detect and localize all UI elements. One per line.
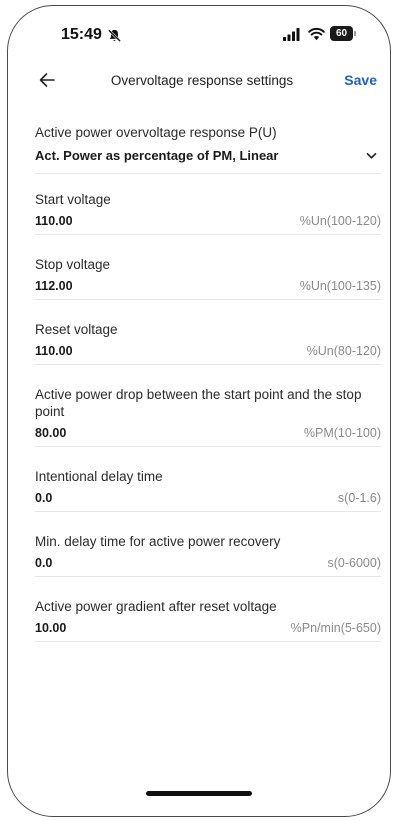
recovery-delay-input[interactable]: 0.0 s(0-6000) [35,550,381,576]
nav-bar: Overvoltage response settings Save [8,64,390,100]
power-drop-range: %PM(10-100) [303,426,381,440]
delay-time-label: Intentional delay time [35,469,163,484]
stop-voltage-range: %Un(100-135) [299,279,381,293]
status-time: 15:49 [61,26,102,43]
reset-voltage-range: %Un(80-120) [306,344,381,358]
start-voltage-range: %Un(100-120) [299,214,381,228]
bell-slash-icon [108,29,121,43]
reset-voltage-input[interactable]: 110.00 %Un(80-120) [35,338,381,364]
start-voltage-input[interactable]: 110.00 %Un(100-120) [35,208,381,234]
power-drop-value: 80.00 [35,426,67,440]
wifi-icon [308,27,325,41]
power-gradient-value: 10.00 [35,621,67,635]
power-drop-label: Active power drop between the start poin… [35,387,362,419]
power-gradient-field: Active power gradient after reset voltag… [35,598,381,642]
reset-voltage-label: Reset voltage [35,322,118,337]
recovery-delay-value: 0.0 [35,556,53,570]
stop-voltage-field: Stop voltage 112.00 %Un(100-135) [35,256,381,300]
battery-level: 60 [330,26,353,41]
power-gradient-label: Active power gradient after reset voltag… [35,599,277,614]
power-gradient-input[interactable]: 10.00 %Pn/min(5-650) [35,615,381,641]
response-mode-label: Active power overvoltage response P(U) [35,125,277,140]
start-voltage-label: Start voltage [35,192,111,207]
stop-voltage-value: 112.00 [35,279,73,293]
battery-icon: 60 [330,26,357,42]
start-voltage-field: Start voltage 110.00 %Un(100-120) [35,191,381,235]
reset-voltage-field: Reset voltage 110.00 %Un(80-120) [35,321,381,365]
start-voltage-value: 110.00 [35,214,73,228]
stop-voltage-label: Stop voltage [35,257,111,272]
cellular-signal-icon [283,28,300,41]
page-title: Overvoltage response settings [110,73,294,88]
status-bar: 15:49 60 [8,6,390,52]
response-mode-select[interactable]: Act. Power as percentage of PM, Linear [35,141,381,167]
power-drop-input[interactable]: 80.00 %PM(10-100) [35,420,381,446]
home-indicator[interactable] [146,791,252,796]
power-drop-field: Active power drop between the start poin… [35,386,381,447]
recovery-delay-field: Min. delay time for active power recover… [35,533,381,577]
phone-screen: 15:49 60 Overvoltage response settings S… [7,5,391,817]
recovery-delay-range: s(0-6000) [327,556,382,570]
save-button[interactable]: Save [344,72,377,88]
delay-time-input[interactable]: 0.0 s(0-1.6) [35,485,381,511]
chevron-down-icon [366,152,377,159]
response-mode-field: Active power overvoltage response P(U) A… [35,124,381,174]
stop-voltage-input[interactable]: 112.00 %Un(100-135) [35,273,381,299]
reset-voltage-value: 110.00 [35,344,73,358]
delay-time-value: 0.0 [35,491,53,505]
recovery-delay-label: Min. delay time for active power recover… [35,534,281,549]
power-gradient-range: %Pn/min(5-650) [290,621,381,635]
delay-time-field: Intentional delay time 0.0 s(0-1.6) [35,468,381,512]
settings-list: Active power overvoltage response P(U) A… [35,124,381,642]
delay-time-range: s(0-1.6) [337,491,381,505]
response-mode-value: Act. Power as percentage of PM, Linear [35,148,279,163]
